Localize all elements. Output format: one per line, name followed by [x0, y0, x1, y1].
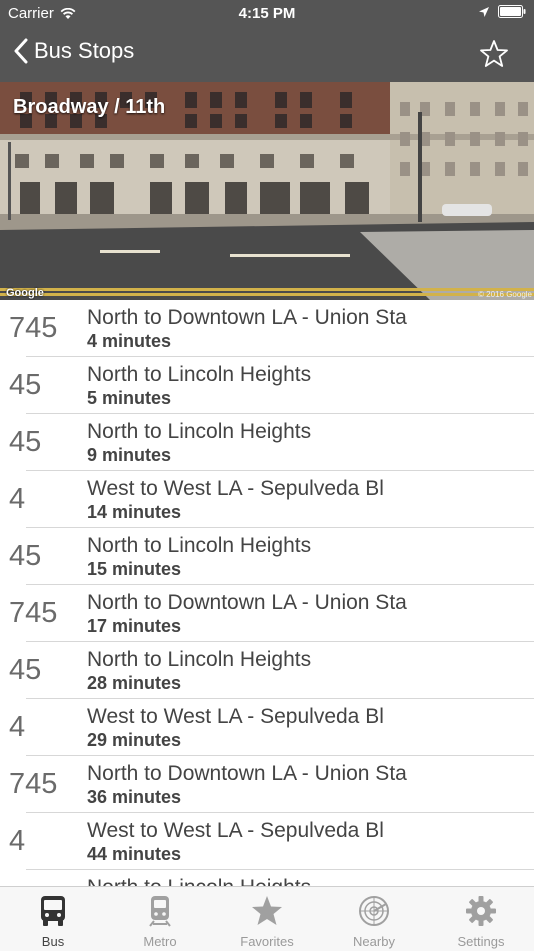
train-icon [149, 896, 171, 927]
star-icon [252, 896, 282, 925]
tab-bar: Bus Metro Favorites Nearby Settings [0, 886, 534, 951]
arrival-row[interactable]: 4 West to West LA - Sepulveda Bl 29 minu… [0, 699, 534, 756]
route-number: 45 [9, 654, 42, 686]
eta-label: 4 minutes [87, 331, 172, 351]
eta-label: 5 minutes [87, 388, 172, 408]
tab-nearby-label: Nearby [353, 934, 395, 949]
google-logo: Google [6, 287, 44, 299]
bus-icon [41, 896, 65, 926]
street-view-image[interactable]: Broadway / 11th Google © 2016 Google [0, 82, 534, 300]
arrival-row[interactable]: 45 North to Lincoln Heights [0, 870, 534, 886]
tab-favorites-label: Favorites [240, 934, 294, 949]
tab-metro-label: Metro [143, 934, 177, 949]
arrival-row[interactable]: 4 West to West LA - Sepulveda Bl 14 minu… [0, 471, 534, 528]
tab-bus[interactable]: Bus [0, 887, 106, 951]
route-number: 745 [9, 312, 58, 344]
destination-label: West to West LA - Sepulveda Bl [87, 819, 384, 842]
chevron-left-icon [14, 38, 28, 64]
destination-label: North to Downtown LA - Union Sta [87, 306, 407, 329]
arrival-row[interactable]: 45 North to Lincoln Heights 5 minutes [0, 357, 534, 414]
navigation-bar: Bus Stops [0, 28, 534, 82]
arrival-row[interactable]: 745 North to Downtown LA - Union Sta 17 … [0, 585, 534, 642]
eta-label: 17 minutes [87, 616, 182, 636]
eta-label: 15 minutes [87, 559, 182, 579]
destination-label: North to Lincoln Heights [87, 648, 312, 671]
status-bar: Carrier 4:15 PM [0, 0, 534, 28]
arrival-row[interactable]: 4 West to West LA - Sepulveda Bl 44 minu… [0, 813, 534, 870]
clock: 4:15 PM [238, 5, 296, 22]
gear-icon [466, 896, 496, 926]
route-number: 45 [9, 426, 42, 458]
arrival-row[interactable]: 745 North to Downtown LA - Union Sta 4 m… [0, 300, 534, 357]
route-number: 4 [9, 825, 26, 857]
eta-label: 29 minutes [87, 730, 182, 750]
tab-settings-label: Settings [457, 934, 505, 949]
destination-label: North to Lincoln Heights [87, 420, 312, 443]
destination-label: North to Lincoln Heights [87, 876, 311, 886]
tab-nearby[interactable]: Nearby [321, 887, 427, 951]
tab-favorites[interactable]: Favorites [214, 887, 320, 951]
radar-icon [359, 896, 389, 926]
eta-label: 44 minutes [87, 844, 182, 864]
route-number: 4 [9, 483, 26, 515]
location-arrow-icon [479, 6, 489, 17]
destination-label: West to West LA - Sepulveda Bl [87, 477, 384, 500]
arrival-row[interactable]: 45 North to Lincoln Heights 28 minutes [0, 642, 534, 699]
tab-metro[interactable]: Metro [107, 887, 213, 951]
route-number: 45 [9, 540, 42, 572]
route-number: 745 [9, 597, 58, 629]
arrivals-list[interactable]: 745 North to Downtown LA - Union Sta 4 m… [0, 300, 534, 886]
battery-icon [498, 5, 526, 18]
arrival-row[interactable]: 745 North to Downtown LA - Union Sta 36 … [0, 756, 534, 813]
eta-label: 28 minutes [87, 673, 182, 693]
favorite-star-icon[interactable] [478, 38, 510, 70]
eta-label: 9 minutes [87, 445, 172, 465]
stop-title: Broadway / 11th [13, 96, 166, 118]
route-number: 45 [9, 369, 42, 401]
destination-label: North to Downtown LA - Union Sta [87, 591, 407, 614]
back-button[interactable]: Bus Stops [14, 38, 134, 64]
tab-settings[interactable]: Settings [428, 887, 534, 951]
destination-label: North to Downtown LA - Union Sta [87, 762, 407, 785]
destination-label: North to Lincoln Heights [87, 363, 312, 386]
copyright-label: © 2016 Google [478, 290, 532, 299]
back-button-label: Bus Stops [34, 38, 135, 63]
arrival-row[interactable]: 45 North to Lincoln Heights 15 minutes [0, 528, 534, 585]
destination-label: West to West LA - Sepulveda Bl [87, 705, 384, 728]
destination-label: North to Lincoln Heights [87, 534, 312, 557]
eta-label: 14 minutes [87, 502, 182, 522]
route-number: 745 [9, 768, 58, 800]
arrival-row[interactable]: 45 North to Lincoln Heights 9 minutes [0, 414, 534, 471]
eta-label: 36 minutes [87, 787, 182, 807]
route-number: 4 [9, 711, 26, 743]
tab-bus-label: Bus [41, 934, 65, 949]
